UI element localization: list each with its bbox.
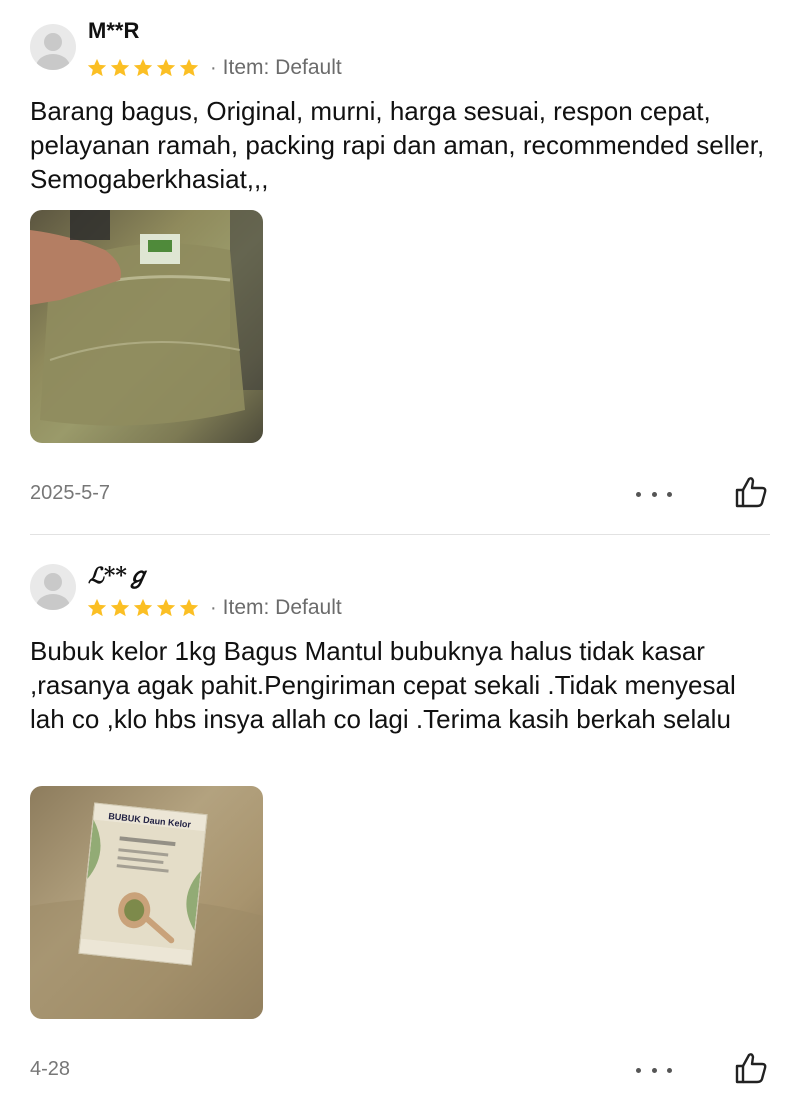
star-icon	[87, 58, 107, 77]
product-label: BUBUK Daun Kelor	[78, 802, 208, 966]
avatar-body	[36, 594, 70, 610]
more-options-icon[interactable]	[636, 1060, 672, 1080]
review-date: 2025-5-7	[30, 482, 111, 504]
star-icon	[179, 598, 199, 617]
review-divider	[30, 534, 770, 535]
star-rating	[86, 57, 200, 79]
avatar[interactable]	[30, 564, 76, 610]
photo-illustration	[30, 210, 263, 426]
item-variant: Item: Default	[222, 56, 342, 79]
rating-row: · Item: Default	[86, 54, 342, 82]
avatar[interactable]	[30, 24, 76, 70]
thumbs-up-icon[interactable]	[733, 1050, 769, 1086]
star-rating	[86, 597, 200, 619]
review-date: 4-28	[30, 1058, 71, 1080]
star-icon	[179, 58, 199, 77]
more-options-icon[interactable]	[636, 484, 672, 504]
review-photo[interactable]: BUBUK Daun Kelor	[30, 786, 263, 1019]
leaf-pattern	[80, 819, 205, 951]
username: ℒ**ℊ	[88, 563, 149, 589]
avatar-body	[36, 54, 70, 70]
thumbs-up-icon[interactable]	[733, 474, 769, 510]
rating-row: · Item: Default	[86, 594, 342, 622]
star-icon	[87, 598, 107, 617]
separator-dot: ·	[210, 56, 217, 79]
star-icon	[110, 598, 130, 617]
star-icon	[133, 598, 153, 617]
star-icon	[156, 598, 176, 617]
separator-dot: ·	[210, 596, 217, 619]
review-text: Bubuk kelor 1kg Bagus Mantul bubuknya ha…	[30, 636, 736, 734]
review-text: Barang bagus, Original, murni, harga ses…	[30, 96, 765, 194]
default-user-icon	[44, 573, 62, 591]
review-photo[interactable]	[30, 210, 263, 443]
username: M**R	[88, 18, 140, 43]
star-icon	[110, 58, 130, 77]
star-icon	[133, 58, 153, 77]
item-variant: Item: Default	[222, 596, 342, 619]
star-icon	[156, 58, 176, 77]
default-user-icon	[44, 33, 62, 51]
